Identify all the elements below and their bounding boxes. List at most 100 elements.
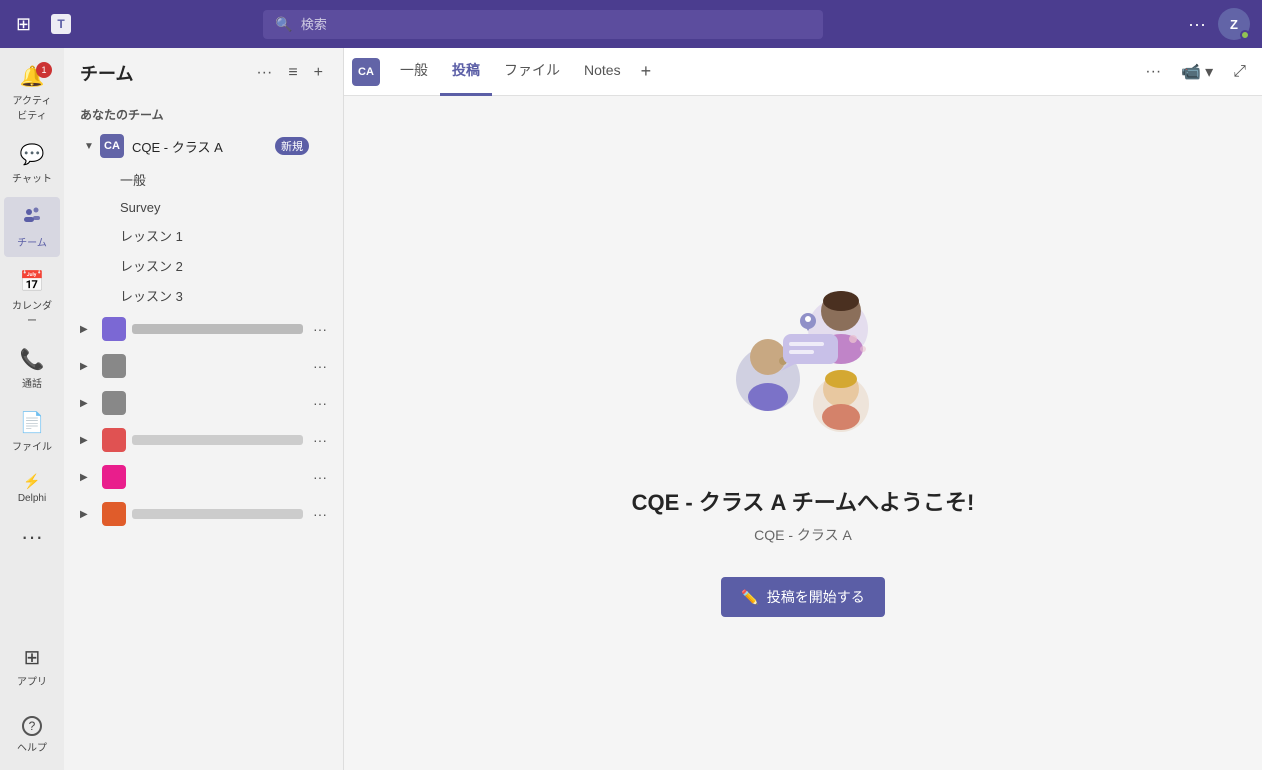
team-avatar-blurred-2 — [102, 354, 126, 378]
video-icon: 📹 — [1181, 62, 1201, 82]
channel-item-ippan[interactable]: 一般 — [68, 165, 339, 194]
activity-badge: 1 — [36, 62, 52, 78]
teams-icon — [22, 205, 42, 231]
avatar[interactable]: Z — [1218, 8, 1250, 40]
sidebar-actions: ··· ≡ + — [252, 60, 327, 86]
video-call-button[interactable]: 📹 ▾ — [1173, 56, 1221, 88]
chevron-icon: ▶ — [80, 435, 92, 446]
welcome-subtitle: CQE - クラス A — [632, 525, 975, 545]
sidebar-add-button[interactable]: + — [310, 60, 327, 86]
sidebar-filter-button[interactable]: ≡ — [284, 60, 301, 86]
expand-button[interactable]: ⤢ — [1225, 57, 1254, 87]
team-item-blurred-6[interactable]: ▶ ··· — [68, 496, 339, 532]
team-more-blurred-4[interactable]: ··· — [309, 430, 331, 450]
team-item-blurred-2[interactable]: ▶ ··· — [68, 348, 339, 384]
sidebar-item-files[interactable]: 📄 ファイル — [4, 402, 60, 461]
calendar-icon: 📅 — [20, 269, 45, 294]
team-avatar-blurred-1 — [102, 317, 126, 341]
team-item-blurred-3[interactable]: ▶ ··· — [68, 385, 339, 421]
tab-tosho[interactable]: 投稿 — [440, 48, 492, 96]
sidebar-item-activity[interactable]: 🔔 アクティビティ 1 — [4, 56, 60, 130]
delphi-icon: ⚡ — [23, 473, 40, 490]
tab-ippan[interactable]: 一般 — [388, 48, 440, 96]
welcome-title: CQE - クラス A チームへようこそ! — [632, 485, 975, 517]
chevron-icon: ▶ — [80, 472, 92, 483]
sidebar-more-button[interactable]: ··· — [252, 60, 276, 86]
tab-files[interactable]: ファイル — [492, 48, 572, 96]
chevron-icon: ▶ — [80, 324, 92, 335]
topbar: ⊞ T 🔍 ··· Z — [0, 0, 1262, 48]
team-more-blurred-5[interactable]: ··· — [309, 467, 331, 487]
search-input[interactable] — [301, 17, 812, 32]
chevron-icon: ▶ — [80, 509, 92, 520]
channel-avatar: CA — [352, 58, 380, 86]
channel-item-lesson2[interactable]: レッスン 2 — [68, 251, 339, 280]
blurred-text-4 — [132, 435, 303, 445]
welcome-text: CQE - クラス A チームへようこそ! CQE - クラス A — [632, 485, 975, 545]
channel-item-lesson1[interactable]: レッスン 1 — [68, 221, 339, 250]
team-item-cqe[interactable]: ▼ CA CQE - クラス A 新規 ··· — [68, 128, 339, 164]
more-icon: ··· — [21, 524, 43, 550]
sidebar-header: チーム ··· ≡ + — [64, 48, 343, 98]
sidebar-item-delphi[interactable]: ⚡ Delphi — [4, 465, 60, 512]
help-icon: ? — [22, 716, 42, 736]
apps-icon: ⊞ — [24, 645, 41, 670]
search-icon: 🔍 — [275, 16, 292, 33]
team-item-blurred-5[interactable]: ▶ ··· — [68, 459, 339, 495]
team-avatar-blurred-5 — [102, 465, 126, 489]
grid-icon[interactable]: ⊞ — [12, 10, 35, 39]
blurred-text-1 — [132, 324, 303, 334]
sidebar-item-more[interactable]: ··· — [4, 516, 60, 558]
team-item-blurred-4[interactable]: ▶ ··· — [68, 422, 339, 458]
channel-item-survey[interactable]: Survey — [68, 195, 339, 220]
search-bar[interactable]: 🔍 — [263, 10, 823, 39]
team-more-blurred-3[interactable]: ··· — [309, 393, 331, 413]
main-content: CQE - クラス A チームへようこそ! CQE - クラス A ✏️ 投稿を… — [344, 96, 1262, 770]
tab-add-button[interactable]: + — [633, 48, 660, 96]
tab-notes[interactable]: Notes — [572, 48, 633, 96]
team-chevron-icon: ▼ — [84, 141, 96, 152]
team-name: CQE - クラス A — [132, 137, 271, 156]
topbar-more-button[interactable]: ··· — [1188, 14, 1206, 35]
edit-icon: ✏️ — [741, 589, 758, 606]
sidebar-item-apps[interactable]: ⊞ アプリ — [4, 637, 60, 696]
calls-icon: 📞 — [20, 347, 45, 372]
sidebar-item-help[interactable]: ? ヘルプ — [4, 708, 60, 762]
chevron-icon: ▶ — [80, 398, 92, 409]
sidebar: チーム ··· ≡ + あなたのチーム ▼ CA CQE - クラス A 新規 … — [64, 48, 344, 770]
team-item-blurred-1[interactable]: ▶ ··· — [68, 311, 339, 347]
sidebar-item-calendar[interactable]: 📅 カレンダー — [4, 261, 60, 335]
sidebar-item-chat[interactable]: 💬 チャット — [4, 134, 60, 193]
blurred-text-6 — [132, 509, 303, 519]
chevron-icon: ▶ — [80, 361, 92, 372]
team-more-blurred-2[interactable]: ··· — [309, 356, 331, 376]
team-new-badge: 新規 — [275, 137, 309, 155]
tab-list: 一般 投稿 ファイル Notes + — [388, 48, 1133, 96]
your-teams-label: あなたのチーム — [64, 98, 343, 127]
team-avatar-ca: CA — [100, 134, 124, 158]
avatar-status — [1240, 30, 1250, 40]
team-avatar-blurred-3 — [102, 391, 126, 415]
content-area: CA 一般 投稿 ファイル Notes + ··· 📹 ▾ ⤢ — [344, 48, 1262, 770]
sidebar-content: あなたのチーム ▼ CA CQE - クラス A 新規 ··· 一般 Surve… — [64, 98, 343, 770]
header-more-button[interactable]: ··· — [1137, 57, 1169, 87]
content-header: CA 一般 投稿 ファイル Notes + ··· 📹 ▾ ⤢ — [344, 48, 1262, 96]
team-more-blurred-1[interactable]: ··· — [309, 319, 331, 339]
teams-logo: T — [47, 10, 75, 38]
chevron-down-icon: ▾ — [1205, 62, 1213, 82]
channel-item-lesson3[interactable]: レッスン 3 — [68, 281, 339, 310]
sidebar-title: チーム — [80, 60, 244, 86]
team-more-blurred-6[interactable]: ··· — [309, 504, 331, 524]
files-icon: 📄 — [20, 410, 45, 435]
sidebar-item-calls[interactable]: 📞 通話 — [4, 339, 60, 398]
main-layout: 🔔 アクティビティ 1 💬 チャット チーム 📅 カレンダー 📞 — [0, 48, 1262, 770]
svg-text:T: T — [57, 17, 65, 31]
sidebar-item-teams[interactable]: チーム — [4, 197, 60, 257]
header-actions: ··· 📹 ▾ ⤢ — [1137, 56, 1254, 88]
left-nav: 🔔 アクティビティ 1 💬 チャット チーム 📅 カレンダー 📞 — [0, 48, 64, 770]
topbar-right: ··· Z — [1188, 8, 1250, 40]
team-avatar-blurred-6 — [102, 502, 126, 526]
start-post-button[interactable]: ✏️ 投稿を開始する — [721, 577, 884, 617]
welcome-illustration — [693, 249, 913, 469]
chat-icon: 💬 — [20, 142, 45, 167]
